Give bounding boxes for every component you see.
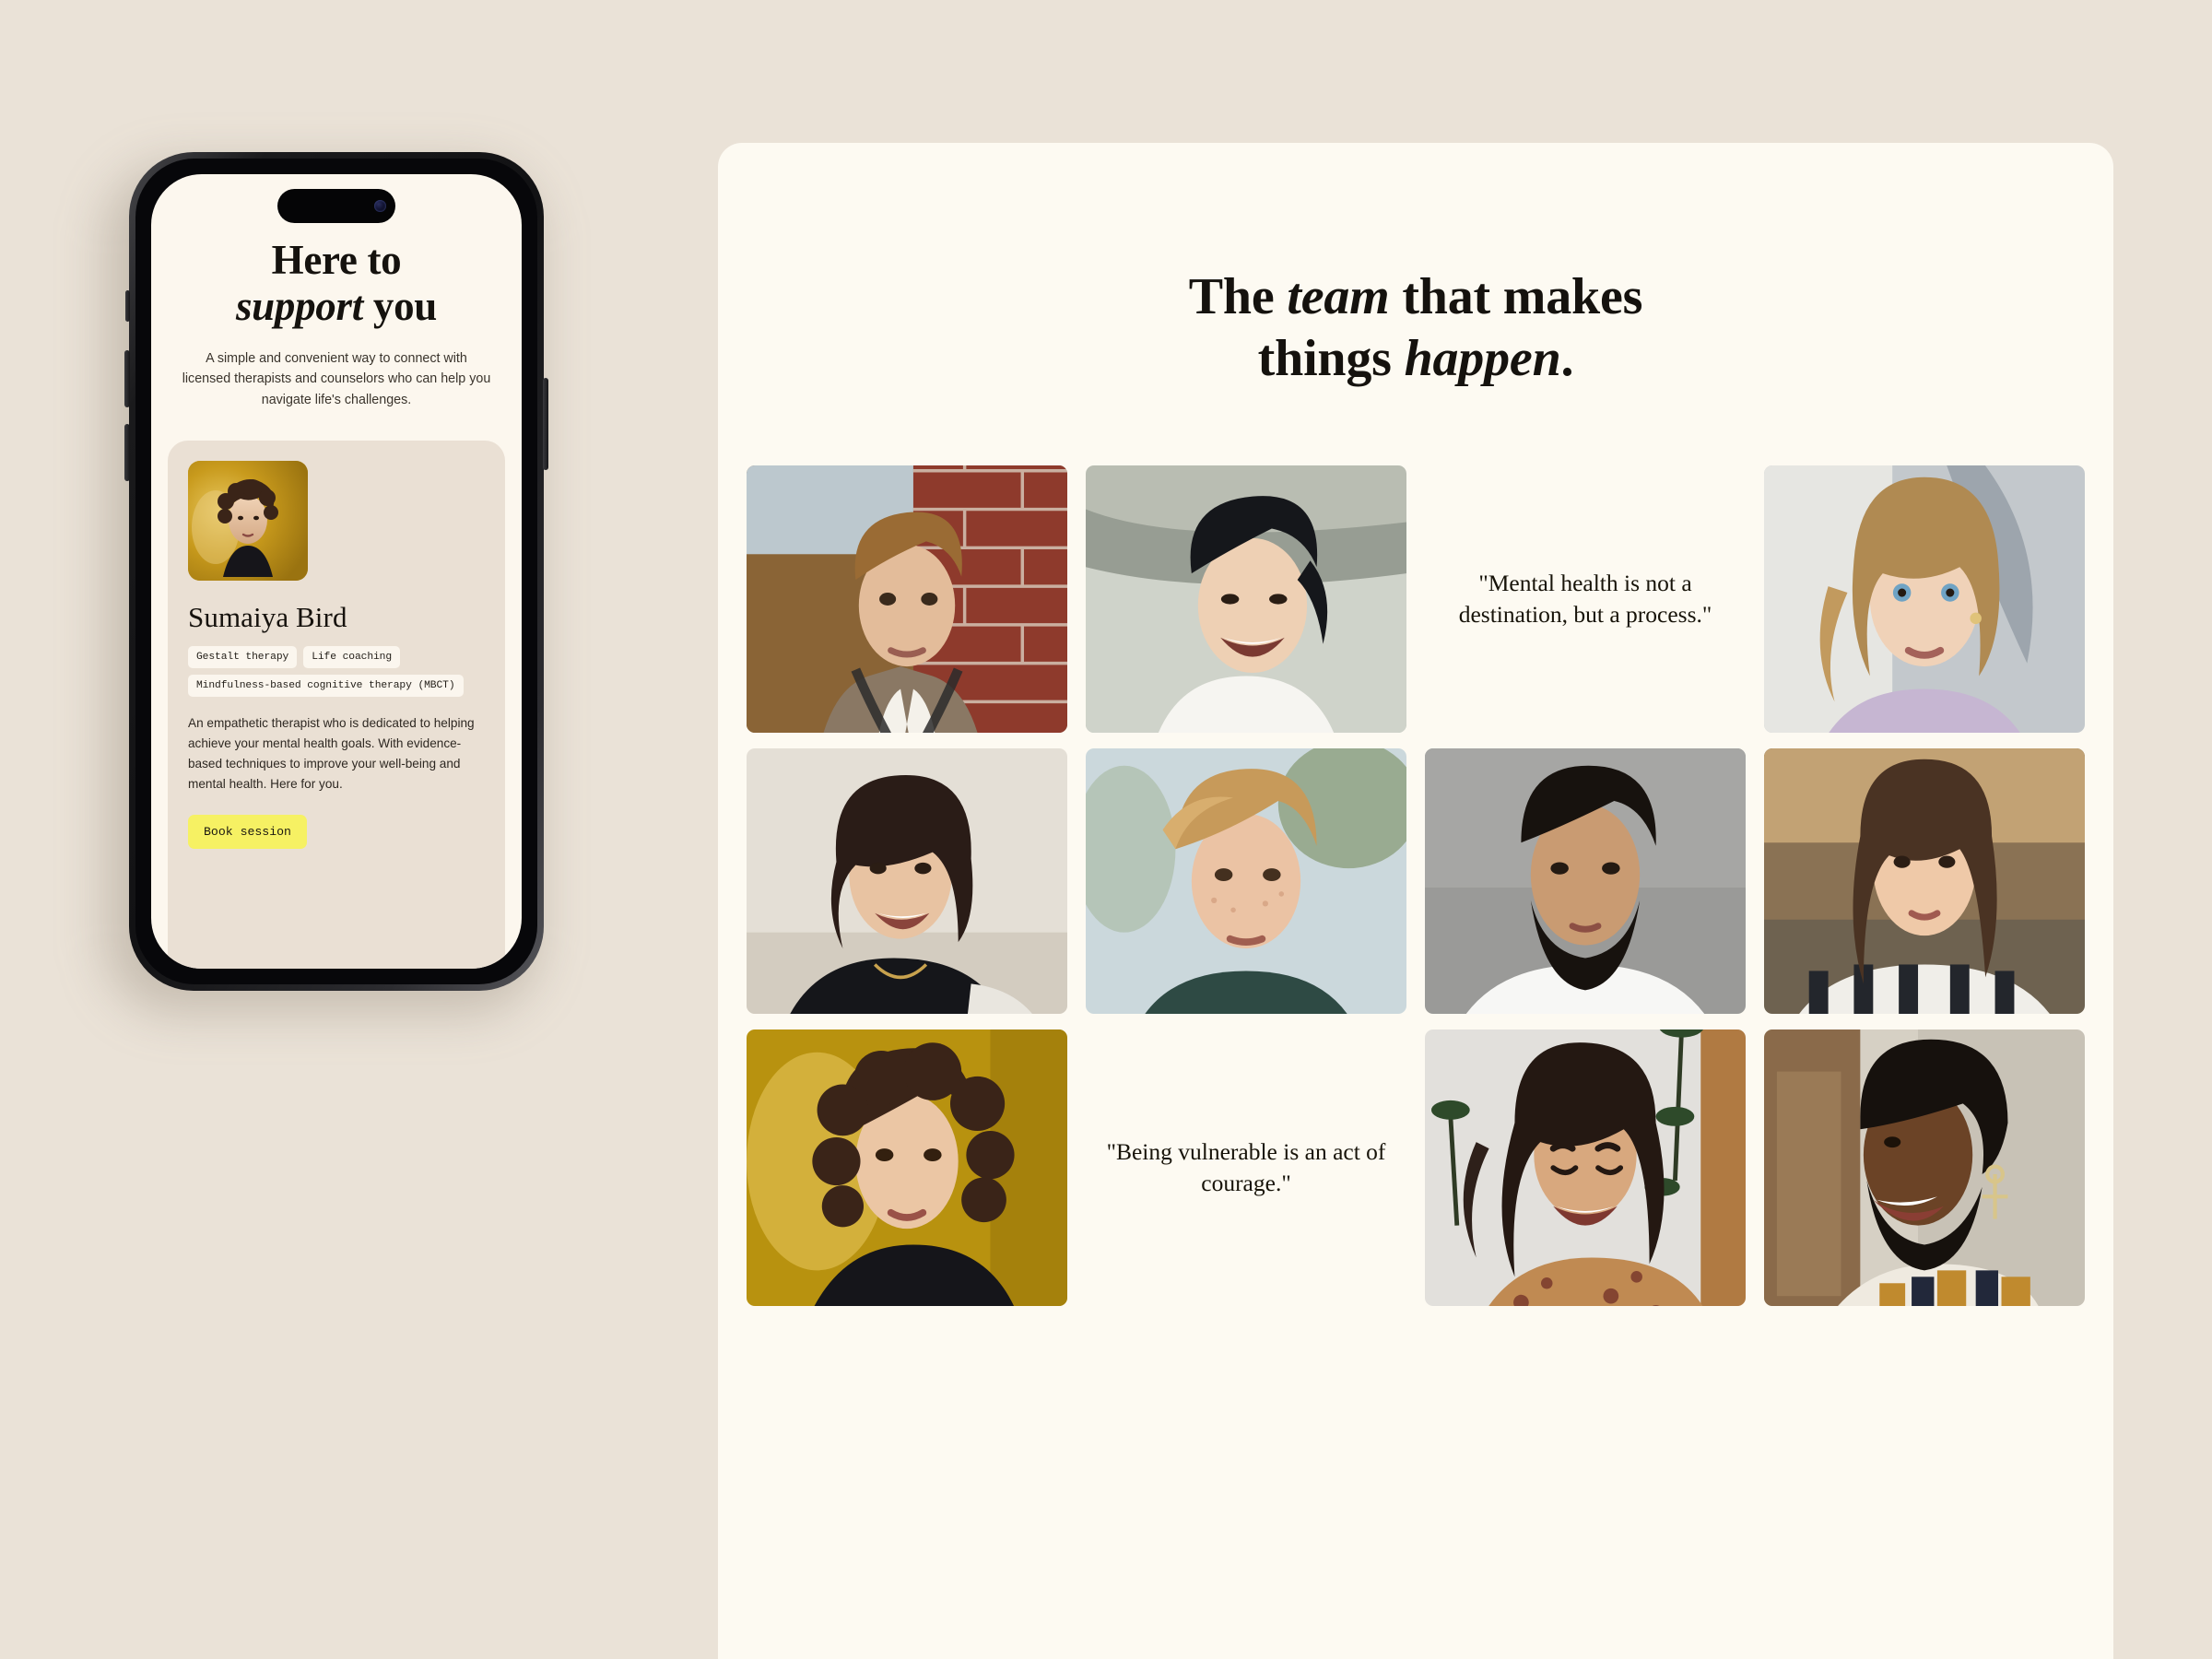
team-heading-line2-post: . (1560, 330, 1574, 388)
photo-bearded-man-white-tshirt (1425, 748, 1746, 1015)
photo-smiling-man-white-shirt (1086, 465, 1406, 734)
phone-hero-title: Here to support you (175, 237, 498, 330)
team-member-photo[interactable] (1764, 1030, 2085, 1307)
phone-mockup: Here to support you A simple and conveni… (105, 152, 548, 1013)
therapist-tag[interactable]: Life coaching (303, 645, 401, 668)
team-heading-italic-team: team (1287, 268, 1390, 325)
phone-screen: Here to support you A simple and conveni… (151, 174, 522, 969)
avatar-image (188, 460, 308, 581)
photo-young-man-plaid-shirt (1086, 748, 1406, 1015)
photo-woman-curly-hair-gold-wall (747, 1030, 1067, 1307)
therapist-name: Sumaiya Bird (188, 600, 347, 633)
team-heading-pre: The (1188, 268, 1288, 325)
team-member-photo[interactable] (1764, 465, 2085, 734)
photo-woman-striped-shirt (1764, 748, 2085, 1015)
phone-hero-title-italic: support (235, 283, 363, 330)
power-button[interactable] (543, 378, 548, 470)
photo-woman-black-sweater (747, 748, 1067, 1015)
photo-smiling-man-ankh-earring (1764, 1030, 2085, 1307)
therapist-tag[interactable]: Gestalt therapy (188, 645, 298, 668)
team-member-photo[interactable] (1425, 1030, 1746, 1307)
book-session-button[interactable]: Book session (188, 814, 307, 849)
team-quote: "Mental health is not a destination, but… (1458, 570, 1712, 629)
team-member-photo[interactable] (1086, 465, 1406, 734)
phone-app-content: Here to support you A simple and conveni… (151, 174, 522, 969)
team-quote: "Being vulnerable is an act of courage." (1106, 1138, 1386, 1197)
photo-man-brick-wall (747, 465, 1067, 734)
team-heading-italic-happen: happen (1404, 330, 1561, 388)
therapist-tag[interactable]: Mindfulness-based cognitive therapy (MBC… (188, 674, 464, 697)
team-member-photo[interactable] (1425, 748, 1746, 1015)
team-member-photo[interactable] (747, 1030, 1067, 1307)
phone-bezel: Here to support you A simple and conveni… (135, 159, 537, 984)
phone-hero-subtitle: A simple and convenient way to connect w… (182, 350, 491, 407)
phone-frame: Here to support you A simple and conveni… (124, 152, 548, 991)
therapist-bio: An empathetic therapist who is dedicated… (188, 715, 475, 791)
photo-laughing-woman-palm-trees (1425, 1030, 1746, 1307)
phone-hero-title-rest: you (372, 283, 438, 330)
phone-hero-section: Here to support you A simple and conveni… (151, 237, 522, 411)
phone-hero-title-line1: Here to (271, 237, 402, 283)
team-photo-grid: "Mental health is not a destination, but… (718, 465, 2113, 1307)
team-heading-post: that makes (1389, 268, 1643, 325)
team-member-photo[interactable] (1764, 748, 2085, 1015)
team-member-photo[interactable] (747, 465, 1067, 734)
photo-blonde-woman-lavender (1764, 465, 2085, 734)
therapist-avatar (188, 460, 308, 581)
dynamic-island (277, 189, 395, 223)
team-heading-line2-pre: things (1257, 330, 1405, 388)
volume-up-button[interactable] (124, 350, 130, 407)
volume-down-button[interactable] (124, 424, 130, 481)
silent-switch[interactable] (125, 290, 130, 322)
team-member-photo[interactable] (1086, 748, 1406, 1015)
team-heading: The team that makes things happen. (718, 143, 2113, 390)
team-member-photo[interactable] (747, 748, 1067, 1015)
therapist-card[interactable]: Sumaiya Bird Gestalt therapy Life coachi… (168, 440, 505, 969)
team-panel: The team that makes things happen. "Ment… (718, 143, 2113, 1659)
front-camera-icon (374, 200, 386, 212)
therapist-tag-list: Gestalt therapy Life coaching Mindfulnes… (188, 645, 485, 697)
